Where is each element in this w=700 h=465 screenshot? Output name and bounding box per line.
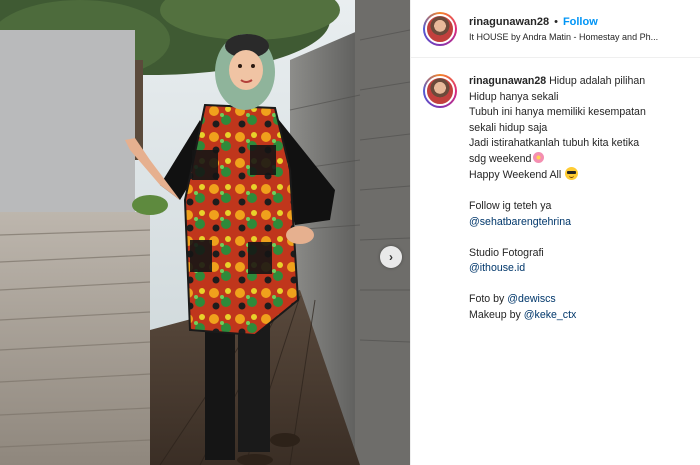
- location-link[interactable]: It HOUSE by Andra Matin - Homestay and P…: [469, 32, 695, 42]
- caption-line: Foto by: [469, 293, 505, 305]
- follow-button[interactable]: Follow: [563, 16, 598, 28]
- post-header: rinagunawan28 • Follow It HOUSE by Andra…: [411, 0, 700, 58]
- header-line: rinagunawan28 • Follow: [469, 16, 695, 28]
- mention-link[interactable]: @dewiscs: [507, 293, 555, 305]
- caption-line: Follow ig teteh ya: [469, 200, 552, 212]
- caption-line: sdg weekend: [469, 152, 532, 165]
- caption-line: Hidup hanya sekali: [469, 90, 559, 103]
- username-link[interactable]: rinagunawan28: [469, 16, 549, 28]
- caption-username-link[interactable]: rinagunawan28: [469, 75, 546, 87]
- caption-line: Happy Weekend All: [469, 169, 562, 181]
- caption-line: sekali hidup saja: [469, 121, 548, 134]
- mention-link[interactable]: @ithouse.id: [469, 262, 525, 274]
- caption-text: rinagunawan28 Hidup adalah pilihan Hidup …: [469, 74, 700, 323]
- avatar-image: [425, 76, 455, 106]
- post-sidebar: rinagunawan28 • Follow It HOUSE by Andra…: [410, 0, 700, 465]
- mention-link[interactable]: @keke_ctx: [524, 309, 577, 321]
- caption-line: Makeup by: [469, 308, 521, 321]
- separator-dot: •: [554, 15, 558, 28]
- caption-line: Hidup adalah pilihan: [549, 75, 646, 87]
- header-text: rinagunawan28 • Follow It HOUSE by Andra…: [469, 16, 695, 42]
- chevron-right-icon: ›: [389, 250, 393, 264]
- caption-line: Studio Fotografi: [469, 246, 544, 259]
- mention-link[interactable]: @sehatbarengtehrina: [469, 216, 571, 228]
- avatar[interactable]: [423, 11, 457, 46]
- caption-line: Jadi istirahatkanlah tubuh kita ketika: [469, 137, 640, 149]
- post-image: [0, 0, 410, 465]
- next-photo-button[interactable]: ›: [380, 246, 402, 268]
- caption-avatar[interactable]: [423, 74, 457, 108]
- avatar-image: [425, 13, 455, 44]
- blossom-emoji-icon: [533, 151, 545, 163]
- caption-line: Tubuh ini hanya memiliki kesempatan: [469, 106, 646, 118]
- post-photo[interactable]: ›: [0, 0, 410, 465]
- sunglasses-emoji-icon: [565, 167, 579, 180]
- caption-area: rinagunawan28 Hidup adalah pilihan Hidup …: [411, 58, 700, 323]
